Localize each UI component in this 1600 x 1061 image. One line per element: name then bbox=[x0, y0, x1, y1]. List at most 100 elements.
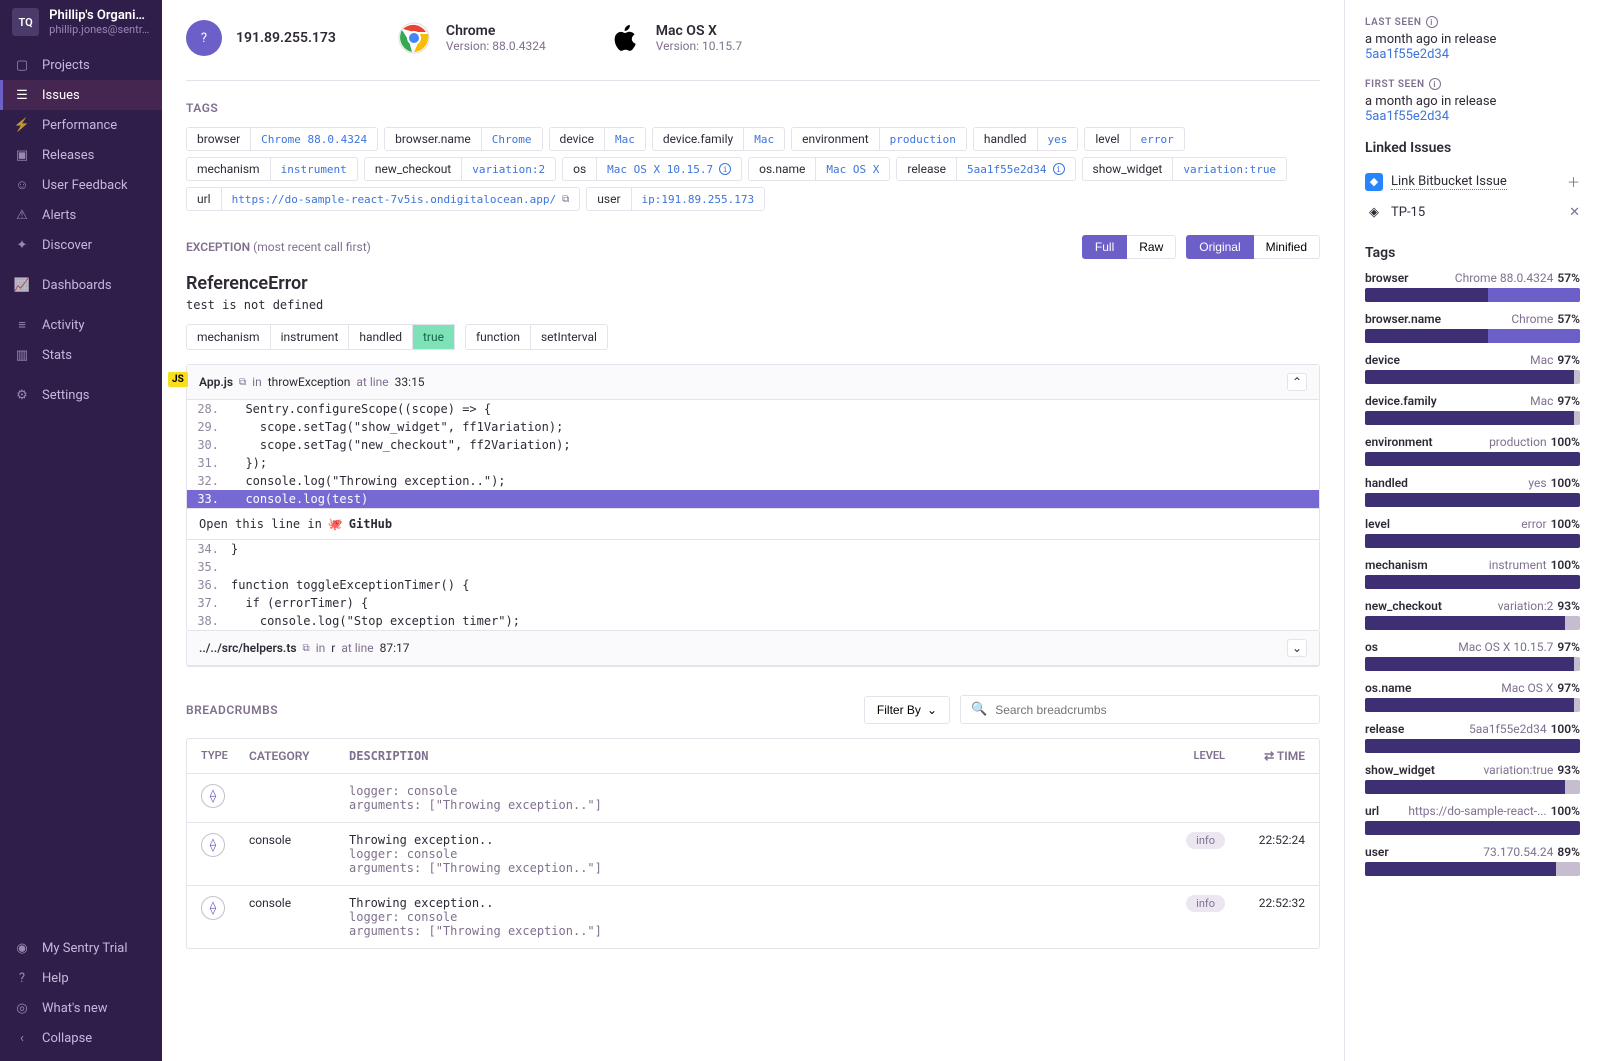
tag-distribution[interactable]: environmentproduction100% bbox=[1365, 435, 1580, 466]
breadcrumb-search-input[interactable] bbox=[995, 703, 1309, 717]
projects-icon: ▢ bbox=[14, 57, 30, 73]
sidebar-item-help[interactable]: ?Help bbox=[0, 963, 162, 993]
link-bitbucket-row[interactable]: ◆Link Bitbucket Issue ＋ bbox=[1365, 166, 1580, 197]
console-log-icon: ⟠ bbox=[201, 896, 225, 920]
tag-pill[interactable]: new_checkoutvariation:2 bbox=[364, 157, 556, 181]
sidebar-item-projects[interactable]: ▢Projects bbox=[0, 50, 162, 80]
col-description: DESCRIPTION bbox=[349, 749, 1155, 763]
tag-bar bbox=[1365, 698, 1580, 712]
remove-link-icon[interactable]: ✕ bbox=[1569, 205, 1580, 220]
external-link-icon[interactable]: ⧉ bbox=[303, 643, 310, 654]
tag-pill[interactable]: handledyes bbox=[973, 127, 1078, 151]
code-line: 28. Sentry.configureScope((scope) => { bbox=[187, 400, 1319, 418]
info-icon[interactable]: i bbox=[1426, 16, 1438, 28]
tag-distribution[interactable]: mechanisminstrument100% bbox=[1365, 558, 1580, 589]
sidebar-item-settings[interactable]: ⚙Settings bbox=[0, 380, 162, 410]
org-switcher[interactable]: TQ Phillip's Organiz... phillip.jones@se… bbox=[0, 0, 162, 44]
sidebar-item-feedback[interactable]: ☺User Feedback bbox=[0, 170, 162, 200]
level-badge: info bbox=[1186, 832, 1225, 849]
sidebar-item-dashboards[interactable]: 📈Dashboards bbox=[0, 270, 162, 300]
breadcrumbs-table: TYPE CATEGORY DESCRIPTION LEVEL ⇄ TIME ⟠… bbox=[186, 738, 1320, 949]
tag-pill[interactable]: release5aa1f55e2d34i bbox=[896, 157, 1075, 181]
breadcrumb-row[interactable]: ⟠ console Throwing exception..logger: co… bbox=[187, 886, 1319, 948]
tag-pill[interactable]: browserChrome 88.0.4324 bbox=[186, 127, 378, 151]
tag-bar bbox=[1365, 370, 1580, 384]
view-original-button[interactable]: Original bbox=[1186, 235, 1253, 259]
stack-frame: App.js ⧉ in throwException at line 33:15… bbox=[186, 364, 1320, 631]
tag-bar bbox=[1365, 821, 1580, 835]
sidebar-item-activity[interactable]: ≡Activity bbox=[0, 310, 162, 340]
frame-code: 28. Sentry.configureScope((scope) => {29… bbox=[187, 400, 1319, 630]
right-panel: LAST SEENi a month ago in release 5aa1f5… bbox=[1344, 0, 1600, 1061]
tag-pill[interactable]: browser.nameChrome bbox=[384, 127, 542, 151]
external-link-icon[interactable]: ⧉ bbox=[562, 194, 569, 205]
release-link[interactable]: 5aa1f55e2d34 bbox=[1365, 47, 1449, 62]
tag-distribution[interactable]: browser.nameChrome57% bbox=[1365, 312, 1580, 343]
tag-distribution[interactable]: os.nameMac OS X97% bbox=[1365, 681, 1580, 712]
view-raw-button[interactable]: Raw bbox=[1127, 235, 1176, 259]
tag-pill[interactable]: userip:191.89.255.173 bbox=[586, 187, 765, 211]
tag-pill[interactable]: levelerror bbox=[1084, 127, 1184, 151]
view-minified-button[interactable]: Minified bbox=[1254, 235, 1320, 259]
info-icon[interactable]: i bbox=[1429, 78, 1441, 90]
tag-distribution[interactable]: new_checkoutvariation:293% bbox=[1365, 599, 1580, 630]
filter-by-button[interactable]: Filter By⌄ bbox=[864, 696, 950, 724]
sidebar-item-issues[interactable]: ☰Issues bbox=[0, 80, 162, 110]
bitbucket-icon: ◆ bbox=[1365, 173, 1383, 191]
tag-bar bbox=[1365, 329, 1580, 343]
linked-issue-row[interactable]: ◈TP-15 ✕ bbox=[1365, 197, 1580, 227]
feedback-icon: ☺ bbox=[14, 177, 30, 193]
tag-pill[interactable]: os.nameMac OS X bbox=[748, 157, 890, 181]
sidebar-item-stats[interactable]: ▥Stats bbox=[0, 340, 162, 370]
code-line: 38. console.log("Stop exception timer"); bbox=[187, 612, 1319, 630]
tag-distribution[interactable]: device.familyMac97% bbox=[1365, 394, 1580, 425]
sidebar-item-alerts[interactable]: ⚠Alerts bbox=[0, 200, 162, 230]
breadcrumb-row[interactable]: ⟠ console Throwing exception..logger: co… bbox=[187, 823, 1319, 886]
sidebar-item-whatsnew[interactable]: ◎What's new bbox=[0, 993, 162, 1023]
swap-icon[interactable]: ⇄ bbox=[1264, 749, 1274, 763]
tag-pill[interactable]: environmentproduction bbox=[791, 127, 967, 151]
tag-distribution[interactable]: levelerror100% bbox=[1365, 517, 1580, 548]
tag-distribution[interactable]: user73.170.54.2489% bbox=[1365, 845, 1580, 876]
discover-icon: ✦ bbox=[14, 237, 30, 253]
tag-pill[interactable]: mechanisminstrument bbox=[186, 157, 358, 181]
event-browser-name: Chrome bbox=[446, 23, 546, 39]
sidebar-item-releases[interactable]: ▣Releases bbox=[0, 140, 162, 170]
tag-distribution[interactable]: browserChrome 88.0.432457% bbox=[1365, 271, 1580, 302]
frame-header[interactable]: ../../src/helpers.ts ⧉ in r at line 87:1… bbox=[187, 631, 1319, 666]
sidebar-collapse[interactable]: ‹Collapse bbox=[0, 1023, 162, 1053]
tag-distribution[interactable]: release5aa1f55e2d34100% bbox=[1365, 722, 1580, 753]
info-icon[interactable]: i bbox=[719, 163, 731, 175]
tag-distribution[interactable]: handledyes100% bbox=[1365, 476, 1580, 507]
external-link-icon[interactable]: ⧉ bbox=[239, 377, 246, 388]
tag-distribution[interactable]: show_widgetvariation:true93% bbox=[1365, 763, 1580, 794]
tag-pill[interactable]: deviceMac bbox=[549, 127, 646, 151]
tag-distribution[interactable]: osMac OS X 10.15.797% bbox=[1365, 640, 1580, 671]
view-full-button[interactable]: Full bbox=[1082, 235, 1127, 259]
tag-bar bbox=[1365, 862, 1580, 876]
tag-pill[interactable]: device.familyMac bbox=[652, 127, 785, 151]
sidebar-item-performance[interactable]: ⚡Performance bbox=[0, 110, 162, 140]
tag-distribution[interactable]: urlhttps://do-sample-react-...100% bbox=[1365, 804, 1580, 835]
chrome-icon bbox=[396, 20, 432, 56]
issues-icon: ☰ bbox=[14, 87, 30, 103]
sidebar-item-discover[interactable]: ✦Discover bbox=[0, 230, 162, 260]
info-icon[interactable]: i bbox=[1053, 163, 1065, 175]
add-link-icon[interactable]: ＋ bbox=[1567, 172, 1580, 191]
breadcrumb-row[interactable]: ⟠ logger: consolearguments: ["Throwing e… bbox=[187, 774, 1319, 823]
level-badge: info bbox=[1186, 895, 1225, 912]
release-link[interactable]: 5aa1f55e2d34 bbox=[1365, 109, 1449, 124]
breadcrumb-search[interactable]: 🔍 bbox=[960, 695, 1320, 724]
frame-header[interactable]: App.js ⧉ in throwException at line 33:15… bbox=[187, 365, 1319, 400]
sidebar-item-trial[interactable]: ◉My Sentry Trial bbox=[0, 933, 162, 963]
code-line: 36.function toggleExceptionTimer() { bbox=[187, 576, 1319, 594]
tag-pill[interactable]: osMac OS X 10.15.7i bbox=[562, 157, 742, 181]
col-type: TYPE bbox=[201, 749, 249, 763]
tag-pill[interactable]: show_widgetvariation:true bbox=[1082, 157, 1288, 181]
open-in-github[interactable]: Open this line in 🐙 GitHub bbox=[187, 508, 1319, 540]
frame-expand-icon[interactable]: ⌄ bbox=[1287, 639, 1307, 657]
tag-pill[interactable]: urlhttps://do-sample-react-7v5is.ondigit… bbox=[186, 187, 580, 211]
tag-distribution[interactable]: deviceMac97% bbox=[1365, 353, 1580, 384]
frame-collapse-icon[interactable]: ⌃ bbox=[1287, 373, 1307, 391]
tag-bar bbox=[1365, 288, 1580, 302]
